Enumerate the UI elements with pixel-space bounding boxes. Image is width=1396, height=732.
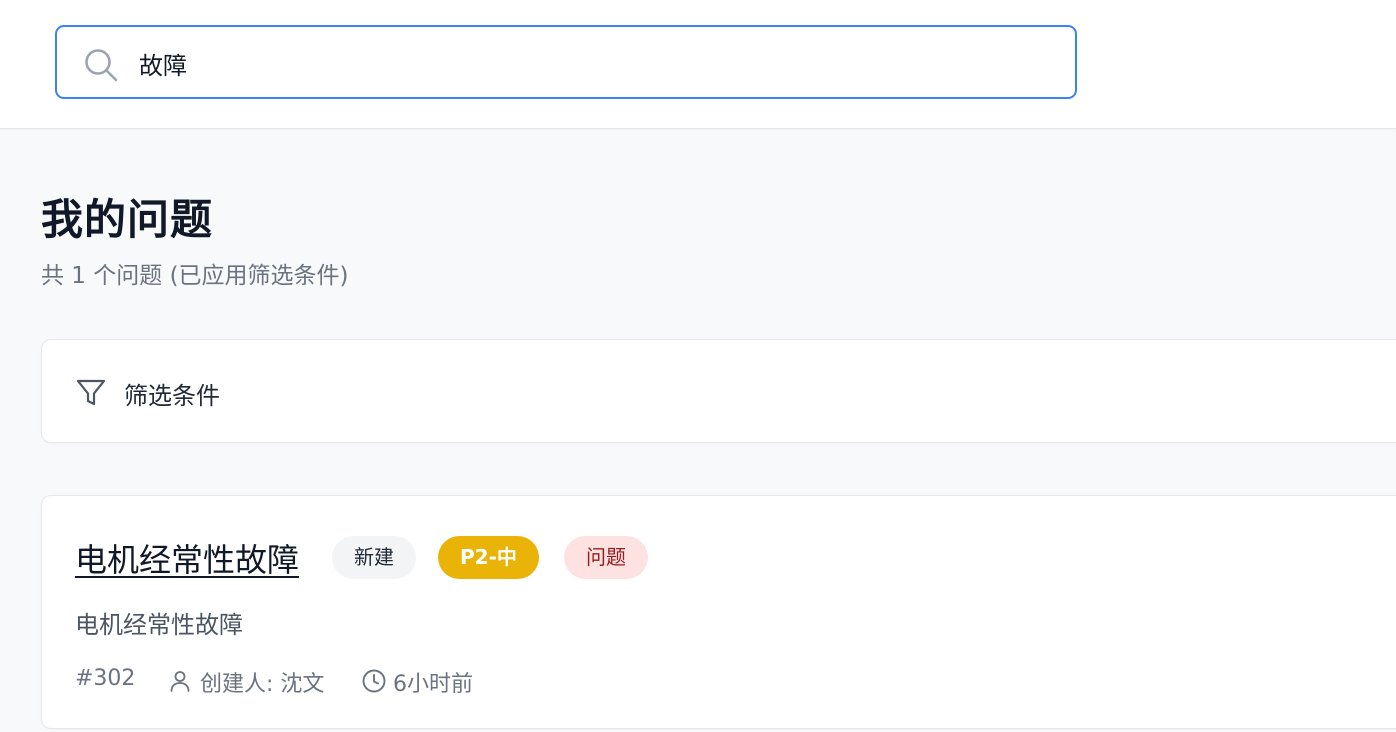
issue-description: 电机经常性故障 — [75, 611, 243, 639]
page-title: 我的问题 — [41, 195, 214, 244]
issue-card[interactable]: 电机经常性故障 新建 P2-中 问题 电机经常性故障 #302 创建人: 沈文 … — [41, 495, 1396, 729]
user-icon — [170, 671, 190, 692]
issue-id: #302 — [75, 666, 136, 691]
clock-icon — [362, 669, 386, 693]
page-subtitle: 共 1 个问题 (已应用筛选条件) — [41, 263, 349, 289]
status-badge: 新建 — [332, 536, 416, 579]
issue-time: 6小时前 — [393, 672, 473, 697]
filter-label: 筛选条件 — [124, 382, 220, 410]
issue-title-link[interactable]: 电机经常性故障 — [75, 535, 299, 581]
type-badge: 问题 — [564, 536, 648, 579]
search-icon — [85, 49, 118, 82]
issue-creator: 创建人: 沈文 — [200, 672, 325, 697]
search-input[interactable] — [139, 43, 1039, 83]
filter-toggle[interactable]: 筛选条件 — [41, 339, 1396, 443]
filter-icon — [76, 379, 106, 406]
top-bar — [0, 0, 1396, 129]
priority-badge: P2-中 — [438, 536, 539, 579]
search-box[interactable] — [55, 25, 1077, 99]
